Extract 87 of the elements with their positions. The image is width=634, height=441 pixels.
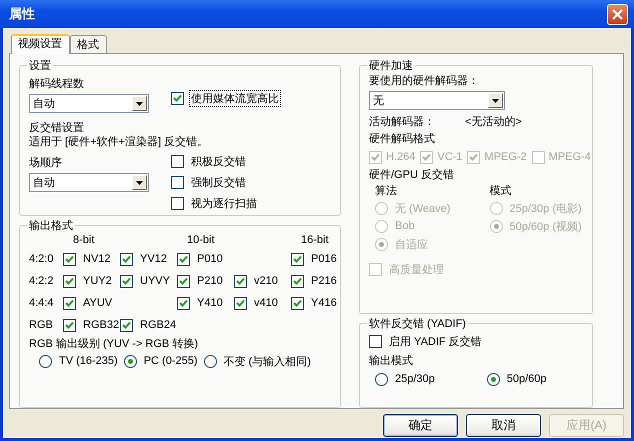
- checkbox[interactable]: [120, 252, 133, 266]
- status-text: <无活动的>: [465, 115, 522, 130]
- section-heading: 硬件解码格式: [369, 132, 436, 147]
- dropdown-arrow-icon: [492, 98, 499, 102]
- checkbox[interactable]: [171, 92, 184, 105]
- group-title: 硬件加速: [368, 59, 414, 73]
- checkbox[interactable]: [234, 274, 247, 288]
- checkbox-label[interactable]: P016: [309, 252, 339, 266]
- radio-label[interactable]: PC (0-255): [142, 354, 200, 368]
- checkbox[interactable]: [291, 252, 304, 266]
- dropdown[interactable]: 无: [369, 91, 505, 110]
- dialog-button[interactable]: 取消: [466, 414, 541, 437]
- section-heading: RGB 输出级别 (YUV -> RGB 转换): [29, 337, 199, 351]
- field-label: 解码线程数: [29, 77, 85, 92]
- checkbox[interactable]: [171, 154, 184, 168]
- radio-button[interactable]: [486, 372, 500, 386]
- checkbox-label[interactable]: P216: [309, 274, 339, 288]
- checkbox-label[interactable]: RGB32: [81, 318, 122, 332]
- column-header: 算法: [375, 184, 398, 199]
- tab[interactable]: 视频设置: [11, 34, 70, 54]
- checkbox-label[interactable]: 积极反交错: [189, 152, 248, 170]
- radio-label[interactable]: TV (16-235): [57, 354, 120, 368]
- checkbox[interactable]: [63, 274, 76, 288]
- checkbox[interactable]: [177, 274, 190, 288]
- tab[interactable]: 格式: [70, 35, 107, 53]
- checkbox-label[interactable]: Y410: [195, 296, 225, 310]
- checkbox-label[interactable]: P010: [195, 252, 225, 266]
- radio-label[interactable]: 50p/60p: [504, 372, 549, 386]
- dialog-button[interactable]: 确定: [383, 414, 458, 437]
- checkbox-label[interactable]: AYUV: [81, 296, 114, 310]
- section-heading: 输出模式: [369, 354, 414, 369]
- radio-label[interactable]: 25p/30p: [393, 372, 437, 386]
- dropdown-arrow-icon: [136, 180, 143, 184]
- row-label: 4:2:2: [29, 274, 54, 289]
- checkbox-label[interactable]: v410: [252, 296, 280, 310]
- dropdown[interactable]: 自动: [29, 173, 149, 192]
- checkbox-label[interactable]: 使用媒体流宽高比: [189, 90, 281, 107]
- window-title: 属性: [8, 5, 35, 23]
- field-label: 要使用的硬件解码器：: [369, 74, 480, 89]
- checkbox[interactable]: [291, 274, 304, 288]
- close-button[interactable]: [607, 4, 628, 24]
- checkbox[interactable]: [120, 274, 133, 288]
- column-header: 10-bit: [187, 234, 215, 246]
- row-label: RGB: [29, 318, 54, 333]
- radio-button[interactable]: [39, 354, 52, 368]
- checkbox-label[interactable]: UYVY: [138, 274, 172, 288]
- column-header: 8-bit: [73, 234, 94, 246]
- checkbox-label[interactable]: P210: [195, 274, 225, 288]
- checkbox[interactable]: [63, 318, 76, 332]
- dropdown-arrow-icon: [136, 102, 143, 106]
- section-heading: 硬件/GPU 反交错: [369, 168, 455, 183]
- checkbox-label[interactable]: NV12: [81, 252, 113, 266]
- radio-button[interactable]: [124, 354, 137, 368]
- checkbox-label[interactable]: YUY2: [81, 274, 114, 288]
- column-header: 模式: [490, 184, 512, 199]
- row-label: 4:4:4: [29, 296, 54, 311]
- checkbox[interactable]: [63, 296, 76, 310]
- checkbox-label[interactable]: RGB24: [138, 318, 178, 332]
- close-icon: [612, 8, 623, 20]
- checkbox-label[interactable]: 视为逐行扫描: [189, 194, 259, 212]
- checkbox-label[interactable]: 启用 YADIF 反交错: [387, 332, 484, 350]
- checkbox-label[interactable]: v210: [252, 274, 280, 288]
- radio-button[interactable]: [204, 354, 216, 368]
- checkbox[interactable]: [177, 296, 190, 310]
- checkbox[interactable]: [369, 334, 382, 348]
- checkbox[interactable]: [120, 318, 133, 332]
- checkbox[interactable]: [234, 296, 247, 310]
- dropdown[interactable]: 自动: [29, 94, 149, 113]
- checkbox[interactable]: [171, 176, 184, 188]
- checkbox[interactable]: [177, 252, 190, 266]
- radio-button[interactable]: [375, 372, 388, 386]
- checkbox[interactable]: [291, 296, 304, 310]
- column-header: 16-bit: [301, 234, 329, 246]
- field-label: 场顺序: [29, 156, 63, 171]
- radio-label[interactable]: 不变 (与输入相同): [222, 352, 313, 370]
- group-title: 设置: [28, 59, 52, 73]
- group-title: 软件反交错 (YADIF): [368, 316, 467, 331]
- checkbox[interactable]: [171, 196, 184, 210]
- section-heading: 反交错设置: [29, 121, 85, 135]
- checkbox[interactable]: [63, 252, 76, 266]
- checkbox-label[interactable]: YV12: [138, 252, 169, 266]
- checkbox-label[interactable]: 强制反交错: [189, 174, 248, 190]
- checkbox-label[interactable]: Y416: [309, 296, 339, 310]
- row-label: 4:2:0: [29, 252, 54, 267]
- field-label: 活动解码器：: [369, 115, 435, 130]
- group-title: 输出格式: [28, 219, 74, 233]
- description-text: 适用于 [硬件+软件+渲染器] 反交错。: [29, 135, 210, 149]
